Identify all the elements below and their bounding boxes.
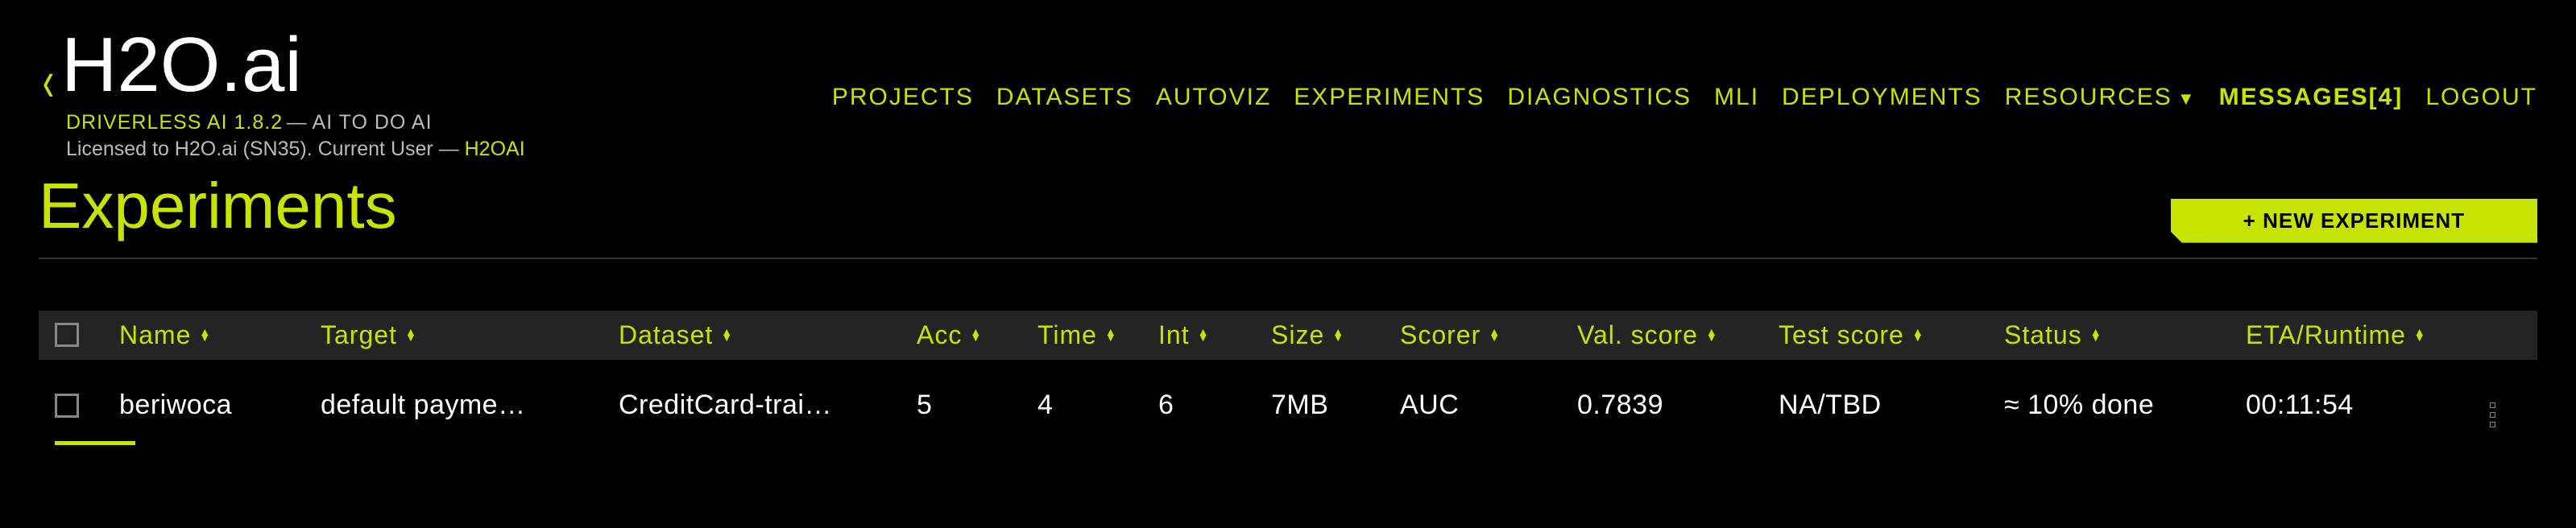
col-status-label: Status <box>2004 320 2082 350</box>
back-chevron-icon[interactable]: ‹ <box>43 48 54 114</box>
col-target[interactable]: Target ▲▼ <box>321 320 619 350</box>
sort-icon: ▲▼ <box>1198 329 1210 340</box>
col-int[interactable]: Int ▲▼ <box>1158 320 1271 350</box>
license-line: Licensed to H2O.ai (SN35). Current User … <box>66 138 525 161</box>
nav-datasets[interactable]: DATASETS <box>996 84 1133 111</box>
product-version: DRIVERLESS AI 1.8.2 <box>66 111 283 134</box>
row-accent <box>55 441 135 445</box>
experiments-table: Name ▲▼ Target ▲▼ Dataset ▲▼ Acc ▲▼ Time ▲▼ I… <box>39 311 2537 445</box>
col-scorer-label: Scorer <box>1400 320 1481 350</box>
col-dataset[interactable]: Dataset ▲▼ <box>619 320 917 350</box>
col-acc-label: Acc <box>917 320 962 350</box>
col-size-label: Size <box>1271 320 1324 350</box>
col-status[interactable]: Status ▲▼ <box>2004 320 2246 350</box>
col-dataset-label: Dataset <box>619 320 713 350</box>
sort-icon: ▲▼ <box>2414 329 2426 340</box>
cell-size: 7MB <box>1271 390 1400 421</box>
top-nav: PROJECTS DATASETS AUTOVIZ EXPERIMENTS DI… <box>832 32 2537 111</box>
nav-messages[interactable]: MESSAGES[4] <box>2219 84 2404 111</box>
cell-target: default payme… <box>321 390 619 421</box>
cell-eta: 00:11:54 <box>2246 390 2455 421</box>
nav-logout[interactable]: LOGOUT <box>2425 84 2537 111</box>
col-int-label: Int <box>1158 320 1190 350</box>
tagline: AI TO DO AI <box>313 111 433 134</box>
cell-dataset: CreditCard-trai… <box>619 390 917 421</box>
col-acc[interactable]: Acc ▲▼ <box>917 320 1037 350</box>
sort-icon: ▲▼ <box>2090 329 2102 340</box>
col-test-label: Test score <box>1779 320 1904 350</box>
sort-icon: ▲▼ <box>1105 329 1117 340</box>
col-time-label: Time <box>1037 320 1097 350</box>
page-title: Experiments <box>39 169 397 243</box>
row-checkbox[interactable] <box>55 394 79 418</box>
col-eta[interactable]: ETA/Runtime ▲▼ <box>2246 320 2455 350</box>
cell-acc: 5 <box>917 390 1037 421</box>
nav-diagnostics[interactable]: DIAGNOSTICS <box>1507 84 1692 111</box>
sort-icon: ▲▼ <box>721 329 733 340</box>
col-val[interactable]: Val. score ▲▼ <box>1577 320 1779 350</box>
nav-mli[interactable]: MLI <box>1714 84 1759 111</box>
nav-resources-label: RESOURCES <box>2005 84 2172 110</box>
col-eta-label: ETA/Runtime <box>2246 320 2406 350</box>
sort-icon: ▲▼ <box>1489 329 1501 340</box>
sort-icon: ▲▼ <box>1706 329 1718 340</box>
cell-name: beriwoca <box>119 390 321 421</box>
col-target-label: Target <box>321 320 397 350</box>
cell-test: NA/TBD <box>1779 390 2004 421</box>
dash: — <box>287 111 313 134</box>
nav-experiments[interactable]: EXPERIMENTS <box>1294 84 1485 111</box>
cell-val: 0.7839 <box>1577 390 1779 421</box>
divider <box>39 258 2537 259</box>
sort-icon: ▲▼ <box>1332 329 1344 340</box>
nav-autoviz[interactable]: AUTOVIZ <box>1156 84 1271 111</box>
brand-title: H2O.ai <box>61 32 525 98</box>
col-test[interactable]: Test score ▲▼ <box>1779 320 2004 350</box>
sort-icon: ▲▼ <box>970 329 982 340</box>
nav-resources[interactable]: RESOURCES▼ <box>2005 84 2197 111</box>
nav-deployments[interactable]: DEPLOYMENTS <box>1782 84 1982 111</box>
license-prefix: Licensed to H2O.ai (SN35). Current User … <box>66 138 465 160</box>
cell-status: ≈ 10% done <box>2004 390 2246 421</box>
current-user: H2OAI <box>465 138 525 160</box>
sort-icon: ▲▼ <box>199 329 211 340</box>
row-menu-icon[interactable] <box>2490 402 2495 427</box>
nav-projects[interactable]: PROJECTS <box>832 84 974 111</box>
new-experiment-button[interactable]: + NEW EXPERIMENT <box>2171 199 2537 243</box>
cell-scorer: AUC <box>1400 390 1577 421</box>
col-name[interactable]: Name ▲▼ <box>119 320 321 350</box>
table-row[interactable]: beriwoca default payme… CreditCard-trai…… <box>39 360 2537 445</box>
col-time[interactable]: Time ▲▼ <box>1037 320 1158 350</box>
col-val-label: Val. score <box>1577 320 1698 350</box>
col-scorer[interactable]: Scorer ▲▼ <box>1400 320 1577 350</box>
select-all-checkbox[interactable] <box>55 323 79 347</box>
cell-time: 4 <box>1037 390 1158 421</box>
col-size[interactable]: Size ▲▼ <box>1271 320 1400 350</box>
caret-down-icon: ▼ <box>2177 89 2197 109</box>
cell-int: 6 <box>1158 390 1271 421</box>
sort-icon: ▲▼ <box>1912 329 1924 340</box>
table-header: Name ▲▼ Target ▲▼ Dataset ▲▼ Acc ▲▼ Time ▲▼ I… <box>39 311 2537 360</box>
col-name-label: Name <box>119 320 191 350</box>
sort-icon: ▲▼ <box>405 329 417 340</box>
